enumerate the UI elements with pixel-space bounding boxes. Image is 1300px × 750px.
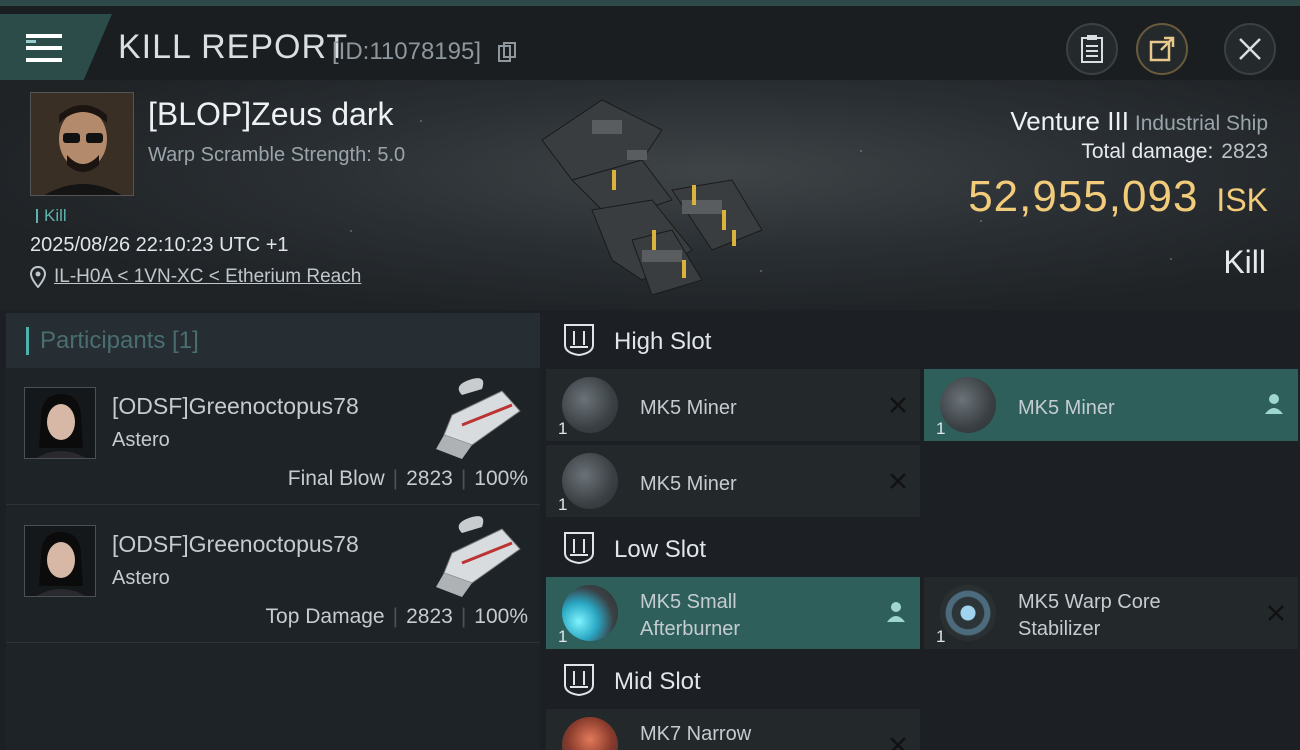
module-quantity: 1 (558, 627, 568, 646)
participant-ship-image (436, 378, 521, 459)
participant-avatar (24, 525, 96, 597)
share-button[interactable] (1136, 23, 1188, 75)
module-quantity: 1 (936, 627, 946, 646)
victim-portrait (30, 92, 134, 196)
module-item[interactable]: 1 MK5 Miner (924, 369, 1298, 441)
slot-icon (564, 324, 594, 357)
module-icon (562, 377, 618, 433)
slot-icon (564, 664, 594, 697)
module-icon (940, 585, 996, 641)
destroyed-x-icon (890, 397, 906, 413)
participant-row[interactable]: [ODSF]Greenoctopus78 Astero Final Blow | 2… (6, 369, 540, 505)
ship-type: Venture III (1010, 106, 1129, 136)
destroyed-x-icon (890, 737, 906, 750)
isk-value-row: 52,955,093 ISK (968, 172, 1268, 222)
clipboard-icon (1081, 35, 1103, 63)
isk-unit: ISK (1216, 182, 1268, 218)
participant-role: Final Blow (287, 467, 385, 490)
mid-slot-header: Mid Slot (546, 653, 1300, 709)
module-name: MK5 Miner (640, 473, 737, 495)
victim-hero: [BLOP]Zeus dark Warp Scramble Strength: … (0, 80, 1300, 310)
destroyed-x-icon (890, 473, 906, 489)
ship-name: Venture III Industrial Ship (1010, 106, 1268, 137)
high-slot-header: High Slot (546, 313, 1300, 369)
ship-image (541, 99, 763, 296)
location-pin-icon (30, 266, 46, 288)
report-id: [ID:11078195] (332, 38, 482, 65)
total-damage-value: 2823 (1221, 140, 1268, 163)
header-bar: KILL REPORT [ID:11078195] (0, 6, 1300, 84)
participant-ship: Astero (112, 429, 170, 451)
participant-ship: Astero (112, 567, 170, 589)
close-button[interactable] (1224, 23, 1276, 75)
participant-damage: 2823 (406, 467, 453, 490)
share-icon (1149, 36, 1175, 62)
module-icon (562, 453, 618, 509)
total-damage: Total damage: 2823 (1081, 140, 1268, 164)
module-item[interactable]: 1 MK5 Warp Core Stabilizer (924, 577, 1298, 649)
module-icon (562, 585, 618, 641)
module-name: MK5 Warp Core Stabilizer (1018, 591, 1161, 640)
kill-timestamp: 2025/08/26 22:10:23 UTC +1 (30, 234, 289, 256)
high-slot-title: High Slot (614, 328, 712, 355)
low-slot-title: Low Slot (614, 536, 707, 563)
participant-stats: Final Blow | 2823 | 100% (287, 467, 528, 490)
victim-name: [BLOP]Zeus dark (148, 96, 394, 132)
slot-icon (564, 532, 594, 565)
module-icon (562, 717, 618, 750)
location-link[interactable]: IL-H0A < 1VN-XC < Etherium Reach (54, 266, 361, 287)
participant-stats: Top Damage | 2823 | 100% (265, 605, 528, 628)
total-damage-label: Total damage: (1081, 140, 1214, 163)
participant-percent: 100% (474, 467, 528, 490)
participants-header[interactable]: Participants [1] (6, 313, 540, 368)
module-quantity: 1 (558, 495, 568, 514)
mid-slot-title: Mid Slot (614, 668, 701, 695)
kill-location[interactable]: IL-H0A < 1VN-XC < Etherium Reach (30, 266, 361, 288)
ship-class: Industrial Ship (1134, 112, 1268, 135)
module-name: MK5 Miner (640, 397, 737, 419)
isk-value: 52,955,093 (968, 172, 1199, 221)
participant-damage: 2823 (406, 605, 453, 628)
module-item[interactable]: 1 MK5 Small Afterburner (546, 577, 920, 649)
module-name: MK7 Narrow (640, 723, 752, 745)
participants-title: Participants [1] (40, 327, 199, 354)
menu-icon (26, 34, 62, 62)
participant-percent: 100% (474, 605, 528, 628)
module-quantity: 1 (558, 419, 568, 438)
destroyed-x-icon (1268, 605, 1284, 621)
participants-panel: Participants [1] [ODSF]Greenoctopus78 As… (6, 313, 540, 750)
clipboard-button[interactable] (1066, 23, 1118, 75)
module-name: MK5 Miner (1018, 397, 1115, 419)
fitting-slots-panel: High Slot 1 MK5 Miner 1 MK5 Miner 1 MK5 … (546, 313, 1300, 750)
close-icon (1239, 38, 1261, 60)
menu-button[interactable] (0, 14, 112, 84)
participant-role: Top Damage (265, 605, 385, 628)
dropped-person-icon (887, 602, 905, 622)
module-quantity: 1 (936, 419, 946, 438)
page-title: KILL REPORT (118, 28, 349, 66)
dropped-person-icon (1265, 394, 1283, 414)
low-slot-header: Low Slot (546, 521, 1300, 577)
kill-tag: Kill (36, 206, 67, 226)
module-icon (940, 377, 996, 433)
module-item[interactable]: 1 MK5 Miner (546, 445, 920, 517)
participant-name: [ODSF]Greenoctopus78 (112, 393, 359, 419)
participant-row[interactable]: [ODSF]Greenoctopus78 Astero Top Damage | 2… (6, 507, 540, 643)
participant-ship-image (436, 516, 521, 597)
module-item[interactable]: MK7 Narrow (546, 709, 920, 750)
participant-avatar (24, 387, 96, 459)
module-name: MK5 Small Afterburner (640, 591, 741, 640)
result-label: Kill (1223, 244, 1266, 280)
warp-scramble-strength: Warp Scramble Strength: 5.0 (148, 144, 406, 166)
module-item[interactable]: 1 MK5 Miner (546, 369, 920, 441)
participant-name: [ODSF]Greenoctopus78 (112, 531, 359, 557)
copy-icon[interactable] (498, 42, 516, 62)
